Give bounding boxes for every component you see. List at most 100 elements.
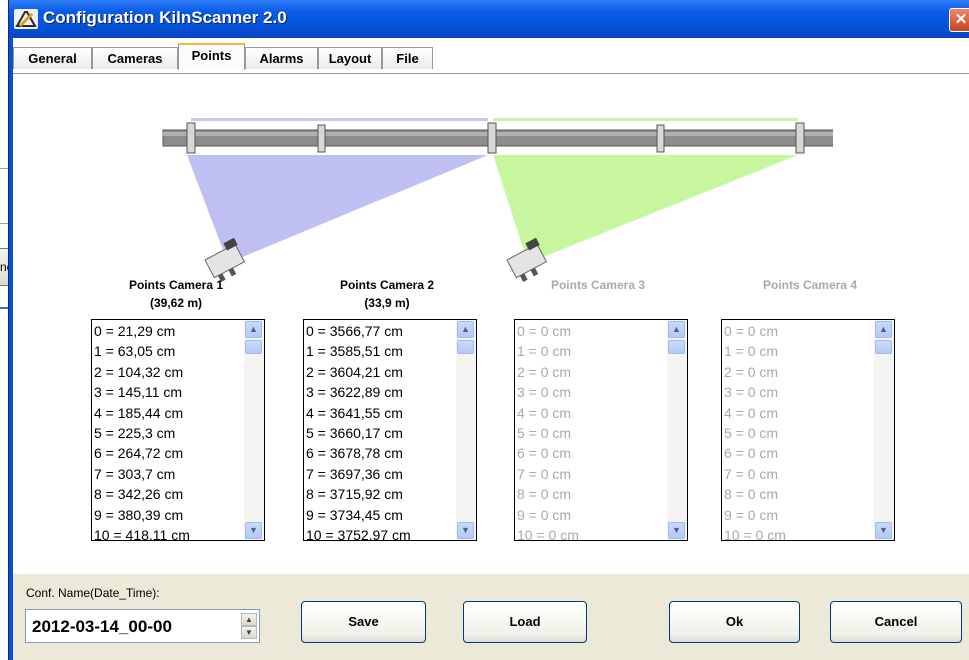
scroll-down-icon: ▼ (668, 522, 685, 539)
save-button[interactable]: Save (301, 601, 426, 643)
camera1-points-list[interactable]: 0 = 21,29 cm 1 = 63,05 cm 2 = 104,32 cm … (91, 319, 265, 541)
vertical-scrollbar[interactable]: ▲ ▼ (456, 320, 476, 540)
camera1-items: 0 = 21,29 cm 1 = 63,05 cm 2 = 104,32 cm … (94, 321, 244, 540)
scroll-up-icon[interactable]: ▲ (245, 321, 262, 338)
scroll-thumb[interactable] (457, 340, 474, 354)
camera1-subtitle: (39,62 m) (149, 296, 203, 310)
kiln-ring (487, 122, 497, 154)
list-item[interactable]: 8 = 3715,92 cm (306, 484, 456, 504)
tab-alarms[interactable]: Alarms (245, 47, 318, 69)
kiln-ring (317, 124, 326, 153)
title-bar[interactable]: Configuration KilnScanner 2.0 ✕ (9, 0, 969, 38)
tab-general[interactable]: General (13, 47, 92, 69)
camera2-items: 0 = 3566,77 cm 1 = 3585,51 cm 2 = 3604,2… (306, 321, 456, 540)
list-item: 7 = 0 cm (517, 465, 572, 482)
list-item[interactable]: 1 = 3585,51 cm (306, 341, 456, 361)
load-button[interactable]: Load (463, 601, 587, 643)
list-item[interactable]: 7 = 3697,36 cm (306, 464, 456, 484)
camera3-items: 0 = 0 cm 1 = 0 cm 2 = 0 cm 3 = 0 cm 4 = … (517, 321, 667, 540)
spin-up-icon[interactable]: ▲ (241, 613, 257, 626)
list-item[interactable]: 9 = 380,39 cm (94, 505, 244, 525)
list-item[interactable]: 3 = 3622,89 cm (306, 382, 456, 402)
camera2-points-list[interactable]: 0 = 3566,77 cm 1 = 3585,51 cm 2 = 3604,2… (303, 319, 477, 541)
scroll-up-icon[interactable]: ▲ (457, 321, 474, 338)
list-item[interactable]: 2 = 3604,21 cm (306, 362, 456, 382)
window-title: Configuration KilnScanner 2.0 (43, 8, 287, 27)
dialog-client: General Cameras Points Alarms Layout Fil… (13, 38, 969, 660)
camera2-range-line (493, 118, 798, 121)
scroll-up-icon: ▲ (668, 321, 685, 338)
close-icon: ✕ (954, 11, 968, 28)
list-item: 5 = 0 cm (724, 424, 779, 441)
list-item[interactable]: 1 = 63,05 cm (94, 341, 244, 361)
list-item[interactable]: 6 = 3678,78 cm (306, 443, 456, 463)
camera1-range-line (191, 118, 488, 121)
camera2-subtitle: (33,9 m) (364, 296, 410, 310)
scroll-thumb (668, 340, 685, 354)
ok-button[interactable]: Ok (669, 601, 800, 643)
kiln-diagram (162, 118, 833, 282)
list-item[interactable]: 3 = 145,11 cm (94, 382, 244, 402)
spinner-buttons: ▲ ▼ (241, 613, 257, 639)
conf-name-label: Conf. Name(Date_Time): (26, 586, 160, 600)
list-item[interactable]: 8 = 342,26 cm (94, 484, 244, 504)
list-item: 6 = 0 cm (517, 445, 572, 462)
list-item: 1 = 0 cm (724, 343, 779, 360)
vertical-scrollbar: ▲ ▼ (667, 320, 687, 540)
list-item[interactable]: 9 = 3734,45 cm (306, 505, 456, 525)
list-item[interactable]: 5 = 3660,17 cm (306, 423, 456, 443)
list-item[interactable]: 4 = 3641,55 cm (306, 403, 456, 423)
vertical-scrollbar: ▲ ▼ (874, 320, 894, 540)
scroll-down-icon[interactable]: ▼ (457, 522, 474, 539)
list-item[interactable]: 10 = 418,11 cm (94, 525, 244, 540)
tab-file[interactable]: File (382, 47, 433, 69)
conf-name-value[interactable]: 2012-03-14_00-00 (32, 617, 172, 637)
list-item[interactable]: 4 = 185,44 cm (94, 403, 244, 423)
scroll-down-icon: ▼ (875, 522, 892, 539)
scroll-down-icon[interactable]: ▼ (245, 522, 262, 539)
kiln-ring (656, 124, 665, 153)
cancel-button[interactable]: Cancel (830, 601, 962, 643)
list-item: 9 = 0 cm (517, 506, 572, 523)
list-item: 4 = 0 cm (517, 404, 572, 421)
list-item[interactable]: 7 = 303,7 cm (94, 464, 244, 484)
kilnscanner-icon (14, 9, 38, 29)
kiln-ring (795, 122, 805, 154)
scroll-thumb (875, 340, 892, 354)
camera3-points-list: 0 = 0 cm 1 = 0 cm 2 = 0 cm 3 = 0 cm 4 = … (514, 319, 688, 541)
tab-divider (13, 73, 969, 74)
list-item: 5 = 0 cm (517, 424, 572, 441)
list-item: 6 = 0 cm (724, 445, 779, 462)
scroll-thumb[interactable] (245, 340, 262, 354)
tab-points[interactable]: Points (178, 43, 245, 70)
camera4-items: 0 = 0 cm 1 = 0 cm 2 = 0 cm 3 = 0 cm 4 = … (724, 321, 874, 541)
tab-bar: General Cameras Points Alarms Layout Fil… (13, 43, 969, 74)
list-item: 2 = 0 cm (724, 363, 779, 380)
conf-name-spinner[interactable]: 2012-03-14_00-00 ▲ ▼ (25, 609, 260, 643)
list-item[interactable]: 10 = 3752,97 cm (306, 525, 456, 540)
list-item: 9 = 0 cm (724, 506, 779, 523)
tab-cameras[interactable]: Cameras (92, 47, 178, 69)
tab-layout[interactable]: Layout (318, 47, 382, 69)
list-item[interactable]: 5 = 225,3 cm (94, 423, 244, 443)
list-item: 10 = 0 cm (724, 526, 786, 541)
list-item: 7 = 0 cm (724, 465, 779, 482)
camera4-points-list: 0 = 0 cm 1 = 0 cm 2 = 0 cm 3 = 0 cm 4 = … (721, 319, 895, 541)
list-item: 4 = 0 cm (724, 404, 779, 421)
close-button[interactable]: ✕ (949, 8, 969, 32)
list-item: 8 = 0 cm (517, 486, 572, 503)
list-item[interactable]: 0 = 3566,77 cm (306, 321, 456, 341)
list-item[interactable]: 6 = 264,72 cm (94, 443, 244, 463)
scroll-up-icon: ▲ (875, 321, 892, 338)
spin-down-icon[interactable]: ▼ (241, 626, 257, 639)
vertical-scrollbar[interactable]: ▲ ▼ (244, 320, 264, 540)
camera4-title: Points Camera 4 (762, 278, 858, 292)
bottom-bar: Conf. Name(Date_Time): 2012-03-14_00-00 … (13, 574, 969, 660)
list-item: 3 = 0 cm (517, 384, 572, 401)
list-item[interactable]: 2 = 104,32 cm (94, 362, 244, 382)
list-item: 8 = 0 cm (724, 486, 779, 503)
list-item: 0 = 0 cm (517, 323, 572, 339)
list-item[interactable]: 0 = 21,29 cm (94, 321, 244, 341)
camera1-title: Points Camera 1 (128, 278, 224, 292)
configuration-window: Configuration KilnScanner 2.0 ✕ General … (8, 0, 969, 660)
